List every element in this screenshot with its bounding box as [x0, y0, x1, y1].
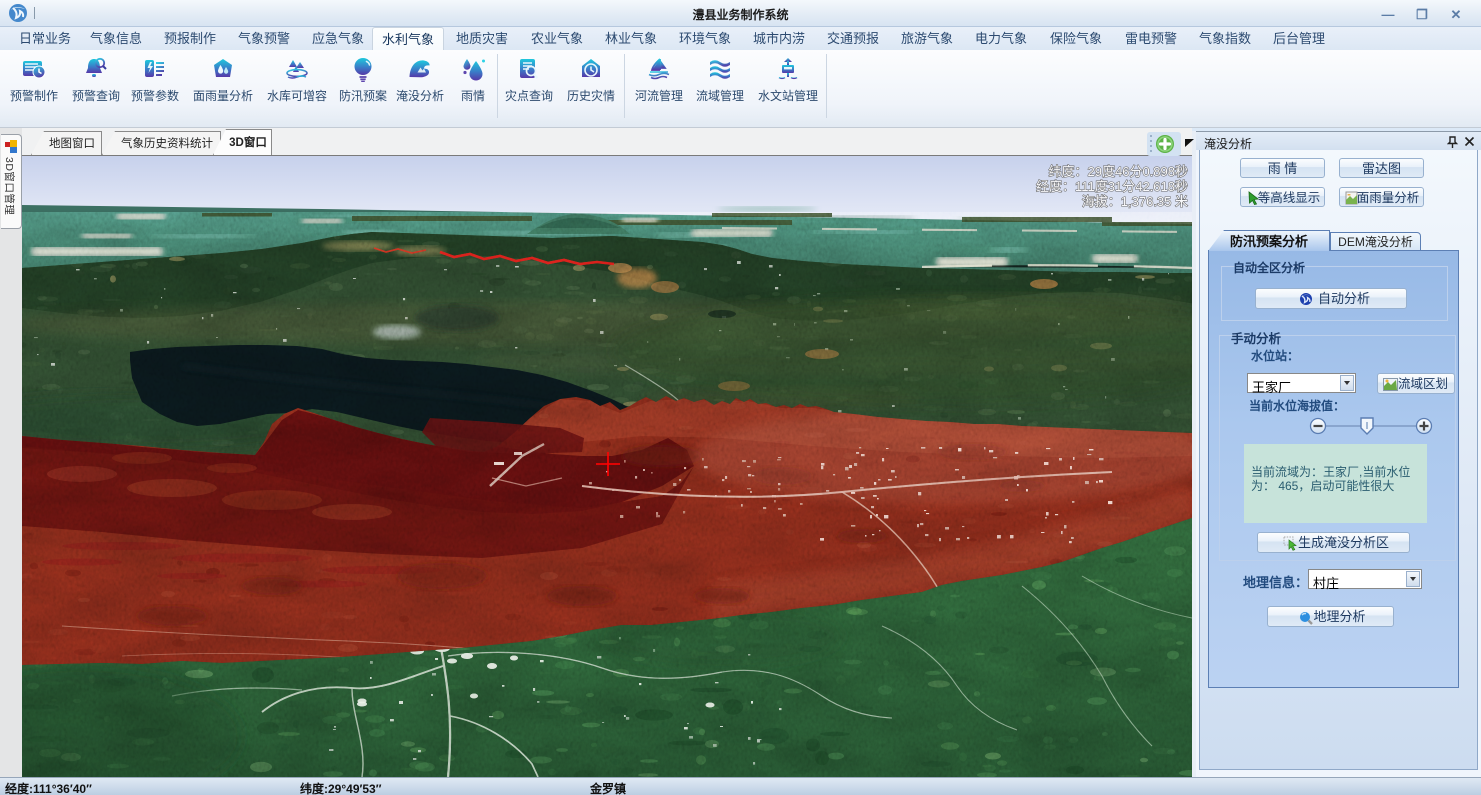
svg-text:海拔：1,376.35 米: 海拔：1,376.35 米 — [1082, 194, 1188, 209]
svg-text:经度：111度31分42.618秒: 经度：111度31分42.618秒 — [1036, 179, 1188, 194]
svg-text:纬度：29度46分0.898秒: 纬度：29度46分0.898秒 — [1049, 164, 1188, 179]
